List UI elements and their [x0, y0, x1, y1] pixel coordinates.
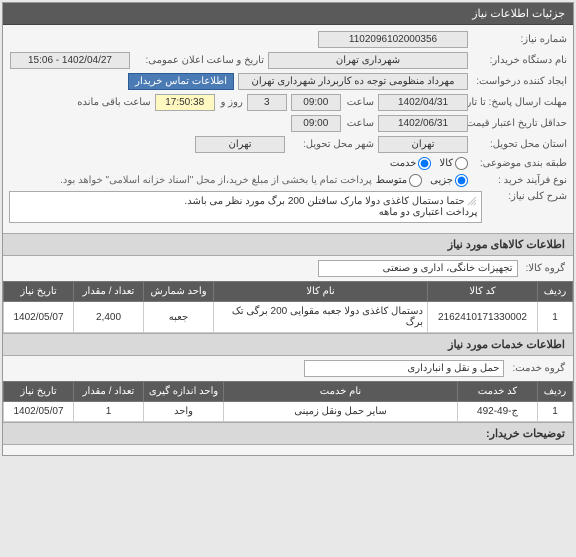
- goods-cell-3: جعبه: [144, 302, 214, 333]
- radio-medium[interactable]: متوسط: [376, 174, 422, 187]
- row-buyer: نام دستگاه خریدار: شهرداری تهران تاریخ و…: [9, 52, 567, 69]
- goods-table: ردیف کد کالا نام کالا واحد شمارش تعداد /…: [3, 281, 573, 333]
- goods-th-0: ردیف: [538, 282, 573, 302]
- valid-date: 1402/06/31: [378, 115, 468, 132]
- deadline-label: مهلت ارسال پاسخ: تا تاریخ:: [472, 97, 567, 108]
- need-no-label: شماره نیاز:: [472, 34, 567, 45]
- row-category: طبقه بندی موضوعی: کالا خدمت: [9, 157, 567, 170]
- services-th-2: نام خدمت: [224, 382, 458, 402]
- goods-section-header: اطلاعات کالاهای مورد نیاز: [3, 233, 573, 256]
- row-deadline: مهلت ارسال پاسخ: تا تاریخ: 1402/04/31 سا…: [9, 94, 567, 111]
- goods-th-3: واحد شمارش: [144, 282, 214, 302]
- services-cell-4: 1: [74, 402, 144, 422]
- services-th-0: ردیف: [538, 382, 573, 402]
- services-group-label: گروه خدمت:: [510, 363, 565, 374]
- buyer-notes-header: توضیحات خریدار:: [3, 422, 573, 445]
- row-valid: حداقل تاریخ اعتبار قیمت: تا تاریخ: 1402/…: [9, 115, 567, 132]
- buy-note: پرداخت تمام یا بخشی از مبلغ خرید،از محل …: [60, 175, 372, 186]
- goods-row[interactable]: 1 2162410171330002 دستمال کاغذی دولا جعب…: [4, 302, 573, 333]
- radio-goods-input[interactable]: [455, 157, 468, 170]
- valid-time: 09:00: [291, 115, 341, 132]
- radio-medium-input[interactable]: [409, 174, 422, 187]
- radio-partial-input[interactable]: [455, 174, 468, 187]
- row-delivery: استان محل تحویل: تهران شهر محل تحویل: ته…: [9, 136, 567, 153]
- radio-service[interactable]: خدمت: [390, 157, 432, 170]
- services-row[interactable]: 1 ج-49-492 سایر حمل ونقل زمینی واحد 1 14…: [4, 402, 573, 422]
- goods-th-2: نام کالا: [214, 282, 428, 302]
- buyer-notes-area: [3, 445, 573, 455]
- buytype-radio-group: جزیی متوسط: [376, 174, 468, 187]
- delivery-province: تهران: [378, 136, 468, 153]
- details-panel: جزئیات اطلاعات نیاز شماره نیاز: 11020961…: [2, 2, 574, 456]
- requester-label: ایجاد کننده درخواست:: [472, 76, 567, 87]
- delivery-city: تهران: [195, 136, 285, 153]
- services-th-4: تعداد / مقدار: [74, 382, 144, 402]
- row-requester: ایجاد کننده درخواست: مهرداد منظومی توجه …: [9, 73, 567, 90]
- buytype-label: نوع فرآیند خرید :: [472, 175, 567, 186]
- radio-partial[interactable]: جزیی: [430, 174, 468, 187]
- desc-label: شرح کلی نیاز:: [486, 191, 567, 202]
- row-need-no: شماره نیاز: 1102096102000356: [9, 31, 567, 48]
- services-th-3: واحد اندازه گیری: [144, 382, 224, 402]
- goods-header-row: ردیف کد کالا نام کالا واحد شمارش تعداد /…: [4, 282, 573, 302]
- time-label-1: ساعت: [345, 97, 374, 108]
- goods-cell-4: 2,400: [74, 302, 144, 333]
- goods-cell-2: دستمال کاغذی دولا جعبه مقوایی 200 برگی ت…: [214, 302, 428, 333]
- deadline-time: 09:00: [291, 94, 341, 111]
- row-desc: شرح کلی نیاز: حتما دستمال کاغذی دولا مار…: [9, 191, 567, 223]
- buyer-value: شهرداری تهران: [268, 52, 468, 69]
- services-group-value: حمل و نقل و انبارداری: [304, 360, 504, 377]
- services-table: ردیف کد خدمت نام خدمت واحد اندازه گیری ت…: [3, 381, 573, 422]
- goods-th-5: تاریخ نیاز: [4, 282, 74, 302]
- services-section-header: اطلاعات خدمات مورد نیاز: [3, 333, 573, 356]
- delivery-loc-label: استان محل تحویل:: [472, 139, 567, 150]
- remain-label: ساعت باقی مانده: [75, 97, 150, 108]
- deadline-date: 1402/04/31: [378, 94, 468, 111]
- requester-value: مهرداد منظومی توجه ده کاربردار شهرداری ت…: [238, 73, 468, 90]
- services-cell-3: واحد: [144, 402, 224, 422]
- announce-label: تاریخ و ساعت اعلان عمومی:: [134, 55, 264, 66]
- and-label: روز و: [219, 97, 243, 108]
- goods-group-row: گروه کالا: تجهیزات خانگی، اداری و صنعتی: [3, 256, 573, 281]
- services-th-5: تاریخ نیاز: [4, 382, 74, 402]
- services-cell-2: سایر حمل ونقل زمینی: [224, 402, 458, 422]
- radio-partial-label: جزیی: [430, 175, 453, 186]
- radio-goods[interactable]: کالا: [439, 157, 468, 170]
- buyer-label: نام دستگاه خریدار:: [472, 55, 567, 66]
- delivery-city-label: شهر محل تحویل:: [289, 139, 374, 150]
- goods-th-4: تعداد / مقدار: [74, 282, 144, 302]
- radio-goods-label: کالا: [439, 158, 453, 169]
- goods-th-1: کد کالا: [428, 282, 538, 302]
- radio-service-input[interactable]: [418, 157, 431, 170]
- radio-medium-label: متوسط: [376, 175, 407, 186]
- form-area: شماره نیاز: 1102096102000356 نام دستگاه …: [3, 25, 573, 233]
- desc-box[interactable]: حتما دستمال کاغذی دولا مارک سافتلن 200 ب…: [9, 191, 482, 223]
- goods-cell-0: 1: [538, 302, 573, 333]
- announce-value: 1402/04/27 - 15:06: [10, 52, 130, 69]
- category-label: طبقه بندی موضوعی:: [472, 158, 567, 169]
- goods-cell-1: 2162410171330002: [428, 302, 538, 333]
- time-label-2: ساعت: [345, 118, 374, 129]
- goods-group-value: تجهیزات خانگی، اداری و صنعتی: [318, 260, 518, 277]
- services-cell-0: 1: [538, 402, 573, 422]
- services-th-1: کد خدمت: [458, 382, 538, 402]
- services-header-row: ردیف کد خدمت نام خدمت واحد اندازه گیری ت…: [4, 382, 573, 402]
- services-cell-1: ج-49-492: [458, 402, 538, 422]
- category-radio-group: کالا خدمت: [390, 157, 468, 170]
- panel-title: جزئیات اطلاعات نیاز: [3, 3, 573, 25]
- goods-group-label: گروه کالا:: [524, 263, 565, 274]
- need-no-value: 1102096102000356: [318, 31, 468, 48]
- radio-service-label: خدمت: [390, 158, 417, 169]
- goods-cell-5: 1402/05/07: [4, 302, 74, 333]
- services-cell-5: 1402/05/07: [4, 402, 74, 422]
- desc-line1: حتما دستمال کاغذی دولا مارک سافتلن 200 ب…: [184, 196, 464, 207]
- row-buytype: نوع فرآیند خرید : جزیی متوسط پرداخت تمام…: [9, 174, 567, 187]
- desc-line2: پرداخت اعتباری دو ماهه: [379, 207, 478, 218]
- remain-time: 17:50:38: [155, 94, 215, 111]
- days-value: 3: [247, 94, 287, 111]
- resize-icon[interactable]: [467, 196, 477, 206]
- contact-button[interactable]: اطلاعات تماس خریدار: [128, 73, 234, 90]
- valid-label: حداقل تاریخ اعتبار قیمت: تا تاریخ:: [472, 118, 567, 129]
- services-group-row: گروه خدمت: حمل و نقل و انبارداری: [3, 356, 573, 381]
